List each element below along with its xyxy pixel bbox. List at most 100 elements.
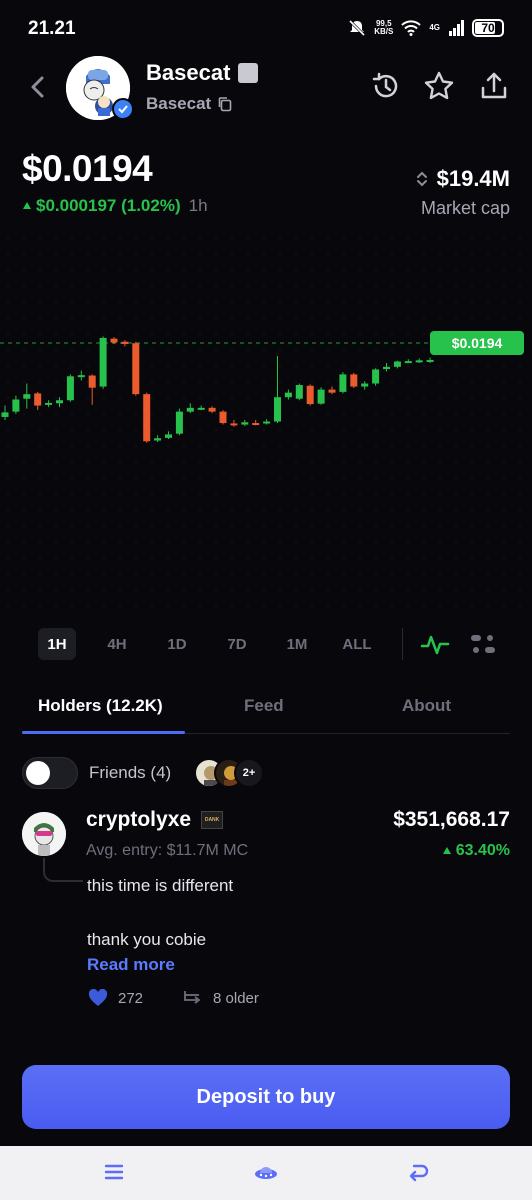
candle-body xyxy=(121,341,129,344)
candle-body xyxy=(99,337,107,387)
heart-icon[interactable] xyxy=(88,989,108,1007)
token-price: $0.0194 xyxy=(22,148,153,189)
candle-body xyxy=(306,385,314,405)
sort-toggle-icon[interactable] xyxy=(415,169,429,189)
older-replies[interactable]: 8 older xyxy=(213,990,259,1007)
candle-body xyxy=(383,366,390,370)
market-cap-label: Market cap xyxy=(420,198,510,218)
candle-body xyxy=(415,360,423,363)
friends-toggle[interactable] xyxy=(22,757,78,789)
candle-body xyxy=(34,393,42,406)
return-icon[interactable] xyxy=(404,1158,432,1186)
timeframe-7d[interactable]: 7D xyxy=(218,628,256,660)
timeframe-4h[interactable]: 4H xyxy=(98,628,136,660)
token-flag-icon xyxy=(238,63,259,83)
timeframe-1h[interactable]: 1H xyxy=(38,628,76,660)
thread-connector xyxy=(43,858,83,882)
share-icon[interactable] xyxy=(478,70,510,102)
timeframe-divider xyxy=(402,628,403,660)
tab-holders[interactable]: Holders (12.2K) xyxy=(38,696,163,716)
token-ticker[interactable]: Basecat xyxy=(146,94,233,114)
holder-avg-entry: Avg. entry: $11.7M MC xyxy=(86,842,249,859)
line-chart-icon[interactable] xyxy=(420,630,450,658)
network-type: 4G xyxy=(429,23,440,32)
candle-body xyxy=(361,383,369,387)
wifi-icon xyxy=(401,20,422,36)
read-more-link[interactable]: Read more xyxy=(87,955,175,975)
candle-body xyxy=(252,423,260,426)
tab-feed[interactable]: Feed xyxy=(244,696,284,716)
price-chart[interactable] xyxy=(0,230,532,610)
status-time: 21.21 xyxy=(28,18,76,39)
status-indicators: 99,5 KB/S 4G 70 xyxy=(348,16,504,40)
candle-body xyxy=(56,400,63,404)
candle-body xyxy=(23,394,31,399)
candle-body xyxy=(45,402,53,405)
candle-body xyxy=(328,389,336,393)
net-speed: 99,5 KB/S xyxy=(374,19,394,36)
replies-icon[interactable] xyxy=(183,989,203,1007)
copy-icon[interactable] xyxy=(217,96,233,112)
friends-more-count[interactable]: 2+ xyxy=(234,758,264,788)
friends-label: Friends (4) xyxy=(89,763,172,782)
candle-body xyxy=(339,374,347,392)
candle-body xyxy=(208,407,216,412)
holder-name[interactable]: cryptolyxe DANK xyxy=(86,808,224,832)
menu-icon[interactable] xyxy=(100,1158,128,1186)
candle-body xyxy=(263,421,271,424)
candle-body xyxy=(284,392,292,398)
candle-body xyxy=(219,411,227,424)
candle-body xyxy=(66,376,74,401)
mute-icon xyxy=(349,19,366,37)
assistant-icon[interactable] xyxy=(252,1158,280,1186)
holder-badge: DANK xyxy=(201,811,224,829)
holder-comment: this time is different thank you cobie xyxy=(87,876,234,949)
holder-pnl: 63.40% xyxy=(442,842,510,860)
candle-body xyxy=(426,359,434,362)
up-triangle-icon xyxy=(442,847,451,854)
comment-actions: 272 8 older xyxy=(88,989,259,1007)
candle-body xyxy=(175,411,183,434)
content-tabs: Holders (12.2K) Feed About xyxy=(22,690,510,734)
up-triangle-icon xyxy=(23,202,31,209)
candle-body xyxy=(165,434,172,438)
battery-icon: 70 xyxy=(472,19,504,37)
candle-body xyxy=(143,394,151,442)
candle-body xyxy=(350,374,358,387)
signal-icon xyxy=(449,20,464,36)
candle-body xyxy=(154,438,162,441)
candle-body xyxy=(274,397,281,422)
candle-body xyxy=(393,361,401,367)
tab-active-indicator xyxy=(22,731,185,734)
timeframe-1d[interactable]: 1D xyxy=(158,628,196,660)
star-icon[interactable] xyxy=(423,70,455,102)
candle-body xyxy=(197,407,205,410)
back-icon[interactable] xyxy=(24,72,52,102)
deposit-to-buy-button[interactable]: Deposit to buy xyxy=(22,1065,510,1129)
candle-body xyxy=(230,423,238,426)
token-name: Basecat xyxy=(146,60,259,86)
market-cap-value[interactable]: $19.4M xyxy=(415,166,510,192)
history-icon[interactable] xyxy=(370,70,402,102)
last-price-label: $0.0194 xyxy=(430,331,524,355)
candle-body xyxy=(77,375,85,378)
timeframe-all[interactable]: ALL xyxy=(338,628,376,660)
candle-body xyxy=(186,407,194,412)
tab-about[interactable]: About xyxy=(402,696,451,716)
timeframe-1m[interactable]: 1M xyxy=(278,628,316,660)
timeframe-selector: 1H 4H 1D 7D 1M ALL xyxy=(38,628,376,660)
candle-body xyxy=(110,338,118,343)
candle-body xyxy=(12,399,20,412)
candle-body xyxy=(295,385,303,399)
candle-body xyxy=(241,422,249,425)
candle-body xyxy=(317,389,325,404)
verified-icon xyxy=(112,98,134,120)
candle-body xyxy=(88,375,96,388)
change-period: 1h xyxy=(188,196,208,215)
likes-count: 272 xyxy=(118,989,144,1007)
candlestick-icon[interactable] xyxy=(468,630,498,658)
holder-avatar[interactable] xyxy=(22,812,66,856)
candle-body xyxy=(372,369,380,384)
battery-level: 70 xyxy=(481,21,495,35)
candle-body xyxy=(404,361,412,364)
